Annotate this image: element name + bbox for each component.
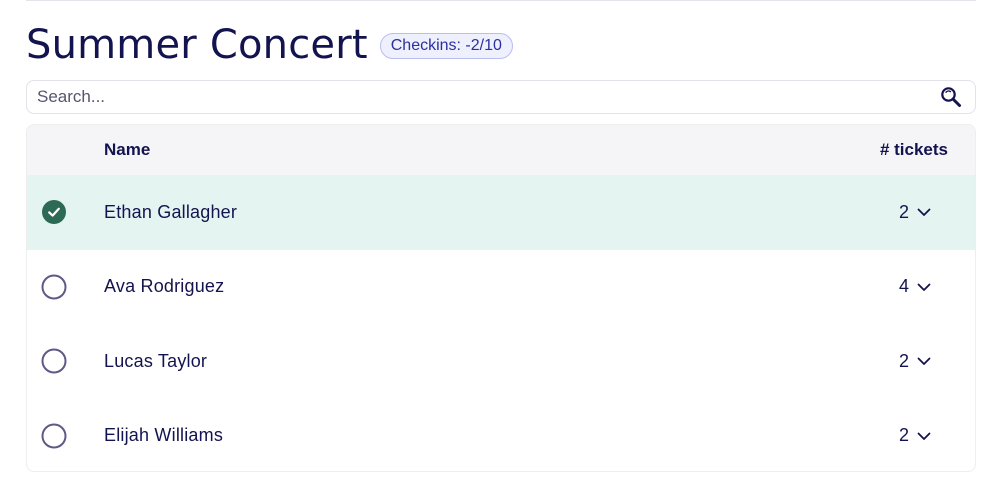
page-header: Summer Concert Checkins: -2/10 — [26, 22, 513, 68]
attendee-name: Ethan Gallagher — [104, 201, 238, 222]
page-title: Summer Concert — [26, 22, 368, 68]
table-row[interactable]: Elijah Williams 2 — [27, 399, 975, 472]
table-header: Name # tickets — [27, 125, 975, 175]
chevron-down-icon — [917, 354, 931, 368]
attendee-name: Lucas Taylor — [104, 350, 208, 371]
table-row[interactable]: Lucas Taylor 2 — [27, 324, 975, 399]
ticket-count: 4 — [898, 276, 909, 297]
ticket-count: 2 — [898, 425, 909, 446]
unchecked-circle-icon[interactable] — [41, 274, 67, 300]
chevron-down-icon — [917, 429, 931, 443]
attendee-table: Name # tickets Ethan Gallagher 2 Ava Rod… — [26, 124, 976, 472]
table-row[interactable]: Ethan Gallagher 2 — [27, 175, 975, 250]
unchecked-circle-icon[interactable] — [41, 348, 67, 374]
attendee-name: Elijah Williams — [104, 425, 224, 446]
search-icon[interactable] — [939, 85, 963, 109]
ticket-count: 2 — [898, 201, 909, 222]
ticket-count-dropdown[interactable]: 4 — [899, 276, 931, 297]
column-header-name[interactable]: Name — [104, 140, 150, 160]
column-header-tickets[interactable]: # tickets — [880, 140, 948, 160]
checked-in-icon[interactable] — [41, 199, 67, 225]
chevron-down-icon — [917, 205, 931, 219]
search-bar — [26, 80, 976, 114]
top-divider — [26, 0, 976, 1]
unchecked-circle-icon[interactable] — [41, 423, 67, 449]
ticket-count-dropdown[interactable]: 2 — [899, 202, 931, 223]
chevron-down-icon — [917, 280, 931, 294]
ticket-count-dropdown[interactable]: 2 — [899, 351, 931, 372]
search-input[interactable] — [27, 81, 939, 113]
ticket-count-dropdown[interactable]: 2 — [899, 425, 931, 446]
table-row[interactable]: Ava Rodriguez 4 — [27, 250, 975, 325]
ticket-count: 2 — [898, 350, 909, 371]
checkins-badge: Checkins: -2/10 — [379, 33, 513, 59]
attendee-name: Ava Rodriguez — [104, 276, 225, 297]
